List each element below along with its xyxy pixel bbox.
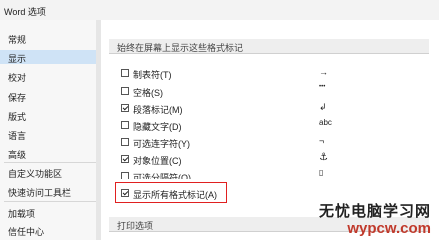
option-object-anchors[interactable]: 对象位置(C) — [121, 154, 241, 166]
watermark-text: 无忧电脑学习网 — [318, 203, 431, 220]
option-label: 段落标记(M) — [133, 105, 183, 115]
option-label: 空格(S) — [133, 88, 163, 98]
sidebar-item-customize-ribbon[interactable]: 自定义功能区 — [0, 165, 98, 179]
highlight-annotation-box — [115, 182, 227, 203]
optional-hyphen-icon: ¬ — [319, 136, 325, 146]
sidebar-divider — [4, 201, 96, 202]
sidebar-item-advanced[interactable]: 高级 — [0, 146, 98, 160]
options-sidebar: 常规 显示 校对 保存 版式 语言 高级 自定义功能区 快速访问工具栏 加载项 … — [0, 20, 101, 240]
hidden-text-abc-icon: abc — [319, 118, 332, 127]
watermark: 无忧电脑学习网 wypcw.com — [317, 198, 437, 240]
section-title: 打印选项 — [117, 221, 154, 231]
window-title: Word 选项 — [4, 7, 46, 17]
sidebar-item-label: 常规 — [8, 35, 27, 45]
sidebar-item-save[interactable]: 保存 — [0, 89, 98, 103]
tab-characters-checkbox[interactable] — [121, 69, 129, 77]
sidebar-item-language[interactable]: 语言 — [0, 127, 98, 141]
option-optional-hyphens[interactable]: 可选连字符(Y) — [121, 137, 241, 149]
section-title: 始终在屏幕上显示这些格式标记 — [117, 43, 244, 53]
sidebar-item-label: 加载项 — [8, 209, 36, 219]
sidebar-item-layout[interactable]: 版式 — [0, 108, 98, 122]
paragraph-marks-checkbox[interactable] — [121, 104, 129, 112]
sidebar-item-display[interactable]: 显示 — [0, 50, 98, 64]
option-label: 可选连字符(Y) — [133, 139, 190, 149]
space-dots-icon: ••• — [319, 84, 326, 90]
anchor-icon: ⚓ — [319, 152, 328, 163]
option-optional-breaks[interactable]: 可选分隔符(O) — [121, 171, 241, 179]
sidebar-item-proofing[interactable]: 校对 — [0, 69, 98, 83]
title-bar: Word 选项 — [0, 0, 439, 20]
option-hidden-text[interactable]: 隐藏文字(D) — [121, 120, 241, 132]
optional-break-icon: ▯ — [319, 168, 324, 177]
sidebar-item-label: 版式 — [8, 112, 27, 122]
object-anchors-checkbox[interactable] — [121, 155, 129, 163]
sidebar-item-general[interactable]: 常规 — [0, 31, 98, 45]
hidden-text-checkbox[interactable] — [121, 121, 129, 129]
sidebar-item-label: 显示 — [8, 54, 27, 64]
option-label: 可选分隔符(O) — [133, 173, 191, 179]
watermark-url: wypcw.com — [347, 220, 431, 237]
sidebar-item-label: 高级 — [8, 150, 27, 160]
option-label: 制表符(T) — [133, 70, 172, 80]
optional-hyphens-checkbox[interactable] — [121, 138, 129, 146]
sidebar-item-label: 校对 — [8, 73, 27, 83]
option-spaces[interactable]: 空格(S) — [121, 86, 241, 98]
optional-breaks-checkbox[interactable] — [121, 172, 129, 179]
option-label: 隐藏文字(D) — [133, 122, 182, 132]
option-paragraph-marks[interactable]: 段落标记(M) — [121, 103, 241, 115]
tab-arrow-icon: → — [319, 67, 328, 77]
option-label: 对象位置(C) — [133, 156, 182, 166]
section-header-formatting-marks: 始终在屏幕上显示这些格式标记 — [109, 39, 429, 54]
paragraph-mark-icon: ↲ — [319, 102, 327, 112]
spaces-checkbox[interactable] — [121, 87, 129, 95]
sidebar-divider — [4, 162, 96, 163]
sidebar-item-label: 语言 — [8, 131, 27, 141]
sidebar-item-label: 自定义功能区 — [8, 169, 63, 179]
sidebar-item-quick-access-toolbar[interactable]: 快速访问工具栏 — [0, 184, 98, 198]
option-tab-characters[interactable]: 制表符(T) — [121, 68, 241, 80]
sidebar-item-label: 保存 — [8, 93, 27, 103]
sidebar-item-add-ins[interactable]: 加载项 — [0, 205, 98, 219]
sidebar-item-label: 信任中心 — [8, 227, 45, 237]
sidebar-item-label: 快速访问工具栏 — [8, 188, 72, 198]
sidebar-item-trust-center[interactable]: 信任中心 — [0, 223, 98, 237]
